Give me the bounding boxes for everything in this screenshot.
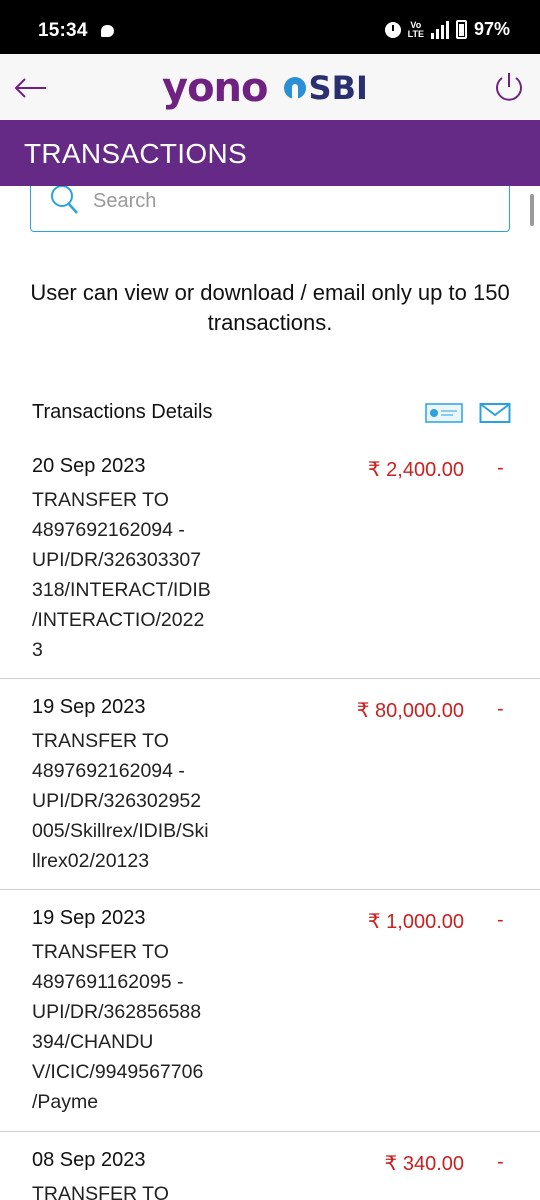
transaction-description: TRANSFER TO [32, 1183, 169, 1200]
transaction-row[interactable]: 08 Sep 2023 TRANSFER TO ₹ 340.00 - [0, 1149, 540, 1200]
scrollbar[interactable] [530, 194, 534, 226]
app-header: yono SBI [0, 54, 540, 120]
search-icon [51, 186, 78, 214]
transaction-row[interactable]: 19 Sep 2023 TRANSFER TO 4897692162094 - … [0, 696, 540, 890]
transaction-date: 08 Sep 2023 [32, 1149, 146, 1171]
transaction-description: TRANSFER TO 4897692162094 - UPI/DR/32630… [32, 730, 209, 872]
transaction-balance: - [497, 909, 504, 931]
signal-icon [430, 20, 449, 39]
yono-sbi-logo: yono SBI [162, 65, 368, 111]
email-statement-button[interactable] [479, 402, 511, 424]
sbi-emblem-icon [283, 77, 306, 99]
transaction-balance: - [497, 1151, 504, 1173]
logout-button[interactable] [492, 70, 526, 104]
limit-notice: User can view or download / email only u… [30, 280, 510, 335]
power-icon [496, 73, 522, 101]
search-input[interactable] [93, 186, 493, 216]
transaction-amount: ₹ 1,000.00 [367, 911, 464, 933]
transaction-amount: ₹ 2,400.00 [367, 459, 464, 481]
passbook-icon [425, 403, 463, 423]
volte-icon: Vo LTE [407, 19, 424, 39]
transaction-description: TRANSFER TO 4897691162095 - UPI/DR/36285… [32, 941, 204, 1113]
status-icons: Vo LTE 97% [384, 19, 510, 40]
battery-level: 97% [473, 19, 510, 39]
logo-yono-text: yono [162, 65, 269, 111]
transaction-balance: - [497, 698, 504, 720]
chat-notification-icon [101, 25, 114, 37]
arrow-left-icon [14, 78, 46, 98]
transaction-date: 20 Sep 2023 [32, 455, 146, 477]
transaction-amount: ₹ 80,000.00 [356, 700, 464, 722]
download-statement-button[interactable] [425, 402, 463, 424]
transaction-date: 19 Sep 2023 [32, 696, 146, 718]
battery-icon [455, 20, 467, 39]
search-box[interactable] [30, 186, 510, 232]
mail-icon [479, 403, 511, 423]
status-bar: 15:34 Vo LTE 97% [0, 0, 540, 54]
alarm-icon [384, 21, 401, 38]
transaction-description: TRANSFER TO 4897692162094 - UPI/DR/32630… [32, 489, 211, 661]
transaction-row[interactable]: 19 Sep 2023 TRANSFER TO 4897691162095 - … [0, 907, 540, 1132]
logo-sbi: SBI [283, 69, 368, 107]
logo-sbi-text: SBI [308, 69, 368, 107]
transaction-row[interactable]: 20 Sep 2023 TRANSFER TO 4897692162094 - … [0, 455, 540, 679]
transaction-date: 19 Sep 2023 [32, 907, 146, 929]
status-time: 15:34 [38, 20, 88, 41]
page-title: TRANSACTIONS [24, 138, 247, 169]
transaction-amount: ₹ 340.00 [384, 1153, 464, 1175]
section-label: Transactions Details [32, 401, 213, 423]
transaction-balance: - [497, 457, 504, 479]
page-title-bar: TRANSACTIONS [0, 120, 540, 186]
back-button[interactable] [10, 68, 50, 108]
